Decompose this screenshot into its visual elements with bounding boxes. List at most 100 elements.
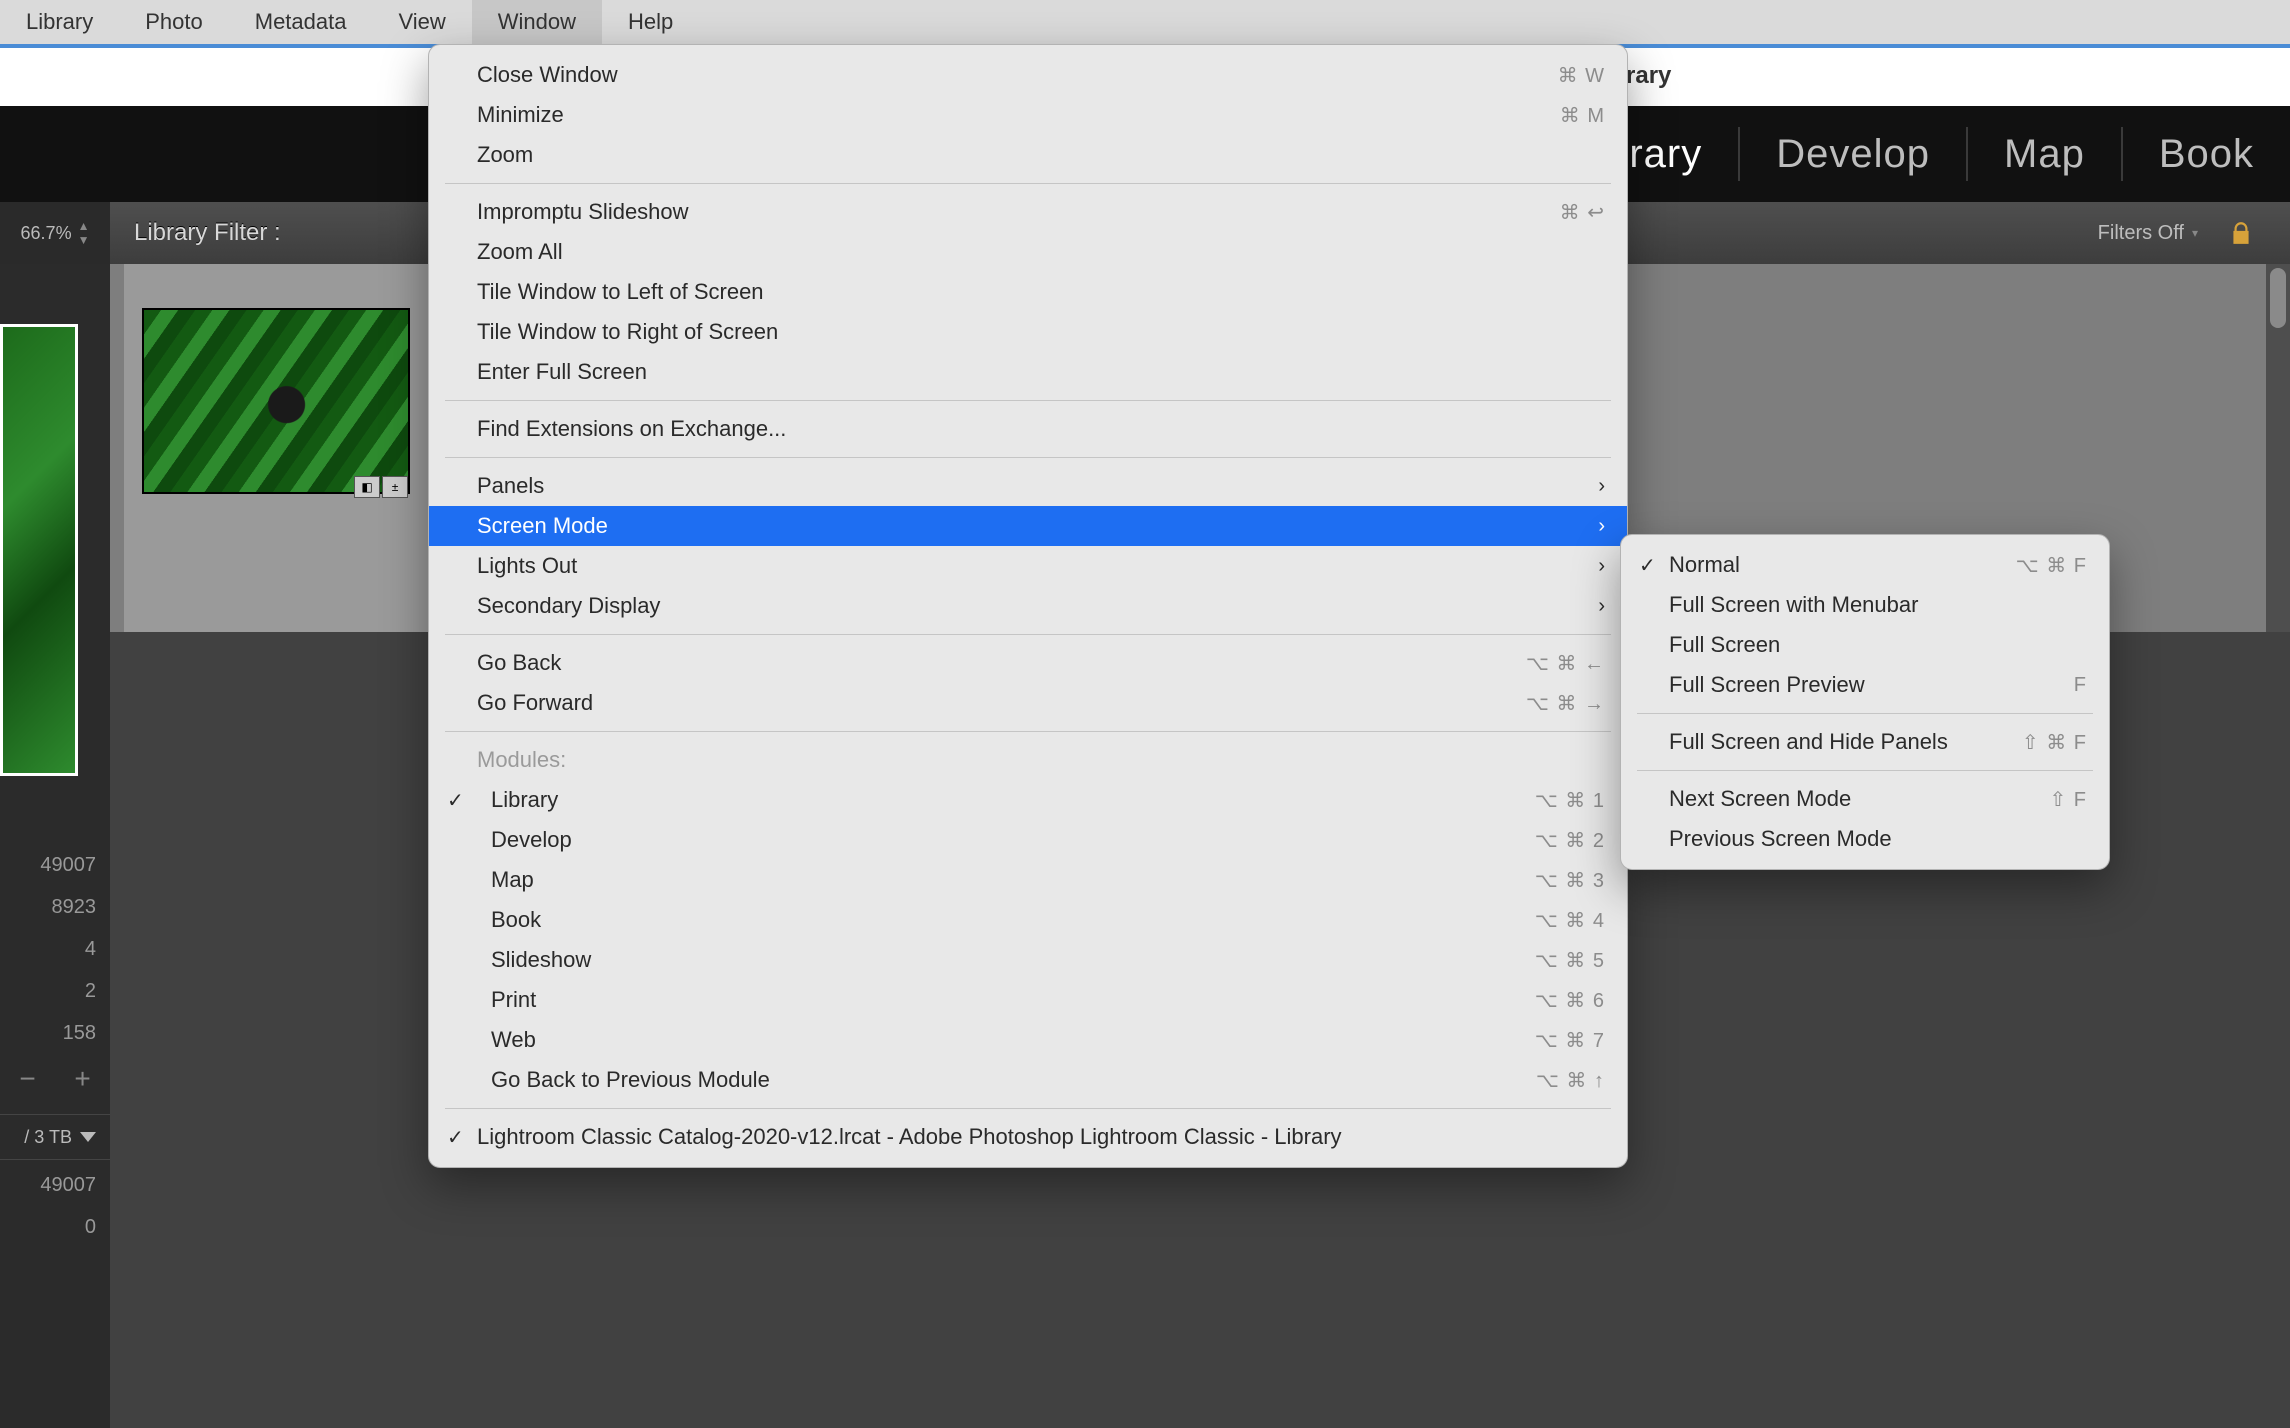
menu-item-label: Go Back to Previous Module xyxy=(491,1067,770,1093)
crop-badge-icon[interactable]: ◧ xyxy=(354,476,380,498)
menu-item-label: Tile Window to Right of Screen xyxy=(477,319,778,345)
menu-item[interactable]: Full Screen with Menubar xyxy=(1621,585,2109,625)
menu-item-label: Zoom All xyxy=(477,239,563,265)
menu-separator xyxy=(445,183,1611,184)
menu-shortcut: ⌥ ⌘ 6 xyxy=(1535,988,1605,1013)
menu-item[interactable]: Book⌥ ⌘ 4 xyxy=(429,900,1627,940)
menu-item-label: Screen Mode xyxy=(477,513,608,539)
menu-item-label: Panels xyxy=(477,473,544,499)
menu-item[interactable]: Secondary Display› xyxy=(429,586,1627,626)
photo-thumbnail[interactable] xyxy=(142,308,410,494)
menu-shortcut: ⌥ ⌘ ↑ xyxy=(1536,1068,1605,1093)
menu-item[interactable]: Full Screen and Hide Panels ⇧ ⌘ F xyxy=(1621,722,2109,762)
check-icon: ✓ xyxy=(447,1125,464,1150)
menu-item[interactable]: Web⌥ ⌘ 7 xyxy=(429,1020,1627,1060)
menu-item[interactable]: Find Extensions on Exchange... xyxy=(429,409,1627,449)
menu-view[interactable]: View xyxy=(372,0,471,44)
menu-item[interactable]: Develop⌥ ⌘ 2 xyxy=(429,820,1627,860)
menu-item[interactable]: Print ⌥ ⌘ 6 xyxy=(429,980,1627,1020)
menu-item[interactable]: Minimize⌘ M xyxy=(429,95,1627,135)
menu-item[interactable]: Go Back to Previous Module ⌥ ⌘ ↑ xyxy=(429,1060,1627,1100)
menu-library[interactable]: Library xyxy=(0,0,119,44)
menu-photo[interactable]: Photo xyxy=(119,0,229,44)
menu-item-label: Close Window xyxy=(477,62,618,88)
menu-shortcut: ⌥ ⌘ 7 xyxy=(1535,1028,1605,1053)
menu-item[interactable]: Go Forward ⌥ ⌘ → xyxy=(429,683,1627,723)
chevron-down-icon xyxy=(80,1132,96,1142)
menu-item-label: Slideshow xyxy=(491,947,591,973)
count-row: 0 xyxy=(0,1206,110,1248)
check-icon: ✓ xyxy=(1639,553,1656,578)
window-menu[interactable]: Close Window⌘ WMinimize⌘ MZoom Impromptu … xyxy=(428,44,1628,1168)
check-icon: ✓ xyxy=(447,788,464,813)
menu-item[interactable]: Enter Full Screen xyxy=(429,352,1627,392)
menu-item-label: Go Back xyxy=(477,650,561,676)
menu-shortcut: ⌥ ⌘ ← xyxy=(1526,651,1605,676)
menu-shortcut: ⌥ ⌘ F xyxy=(2016,553,2087,578)
menu-item[interactable]: Go Back ⌥ ⌘ ← xyxy=(429,643,1627,683)
menu-item[interactable]: Slideshow⌥ ⌘ 5 xyxy=(429,940,1627,980)
module-map[interactable]: Map xyxy=(1968,132,2121,177)
browser-tab-label: rary xyxy=(1626,62,1671,90)
menu-help[interactable]: Help xyxy=(602,0,699,44)
plus-button[interactable]: + xyxy=(74,1063,90,1095)
chevron-right-icon: › xyxy=(1598,515,1605,538)
menu-item[interactable]: Zoom All xyxy=(429,232,1627,272)
zoom-indicator[interactable]: 66.7% ▲▼ xyxy=(0,202,110,264)
menu-item[interactable]: Close Window⌘ W xyxy=(429,55,1627,95)
menu-item[interactable]: Screen Mode › xyxy=(429,506,1627,546)
menu-item[interactable]: Full Screen xyxy=(1621,625,2109,665)
menu-item-label: Lights Out xyxy=(477,553,577,579)
menu-item-label: Tile Window to Left of Screen xyxy=(477,279,764,305)
grid-cell[interactable]: ◧ ± xyxy=(124,264,428,632)
menu-item[interactable]: Tile Window to Left of Screen xyxy=(429,272,1627,312)
menu-metadata[interactable]: Metadata xyxy=(229,0,373,44)
lock-icon[interactable] xyxy=(2224,216,2258,250)
menu-item[interactable]: Panels › xyxy=(429,466,1627,506)
menu-item[interactable]: Previous Screen Mode xyxy=(1621,819,2109,859)
menu-item-label: Full Screen with Menubar xyxy=(1669,592,1918,618)
menu-item[interactable]: Zoom xyxy=(429,135,1627,175)
module-book[interactable]: Book xyxy=(2123,132,2290,177)
minus-button[interactable]: − xyxy=(19,1063,35,1095)
menu-item[interactable]: Full Screen PreviewF xyxy=(1621,665,2109,705)
menu-item[interactable]: Map ⌥ ⌘ 3 xyxy=(429,860,1627,900)
count-row: 49007 xyxy=(0,1164,110,1206)
menu-shortcut: ⇧ ⌘ F xyxy=(2022,730,2087,755)
menu-item[interactable]: ✓Normal⌥ ⌘ F xyxy=(1621,545,2109,585)
develop-badge-icon[interactable]: ± xyxy=(382,476,408,498)
menu-item[interactable]: Impromptu Slideshow⌘ ↩ xyxy=(429,192,1627,232)
menu-item[interactable]: Tile Window to Right of Screen xyxy=(429,312,1627,352)
menu-separator xyxy=(445,400,1611,401)
menu-item-label: Full Screen and Hide Panels xyxy=(1669,729,1948,755)
filters-off-toggle[interactable]: Filters Off ▾ xyxy=(2098,222,2198,245)
menu-item-label: Print xyxy=(491,987,536,1013)
menu-shortcut: ⌥ ⌘ 3 xyxy=(1535,868,1605,893)
menu-item-label: Go Forward xyxy=(477,690,593,716)
menu-window[interactable]: Window xyxy=(472,0,602,44)
volume-row[interactable]: / 3 TB xyxy=(0,1114,110,1160)
menu-separator xyxy=(445,457,1611,458)
chevron-down-icon: ▾ xyxy=(2192,226,2198,240)
scrollbar-thumb[interactable] xyxy=(2270,268,2286,328)
navigator-thumbnail[interactable] xyxy=(0,324,78,776)
menu-shortcut: ⌥ ⌘ → xyxy=(1526,691,1605,716)
catalog-counts: 49007 8923 4 2 158 xyxy=(0,844,110,1054)
menu-item[interactable]: Lights Out › xyxy=(429,546,1627,586)
menu-item-label: Map xyxy=(491,867,534,893)
count-row: 4 xyxy=(0,928,110,970)
menu-item-label: Find Extensions on Exchange... xyxy=(477,416,786,442)
menu-item[interactable]: ✓Library⌥ ⌘ 1 xyxy=(429,780,1627,820)
chevron-right-icon: › xyxy=(1598,475,1605,498)
screen-mode-submenu[interactable]: ✓Normal⌥ ⌘ F Full Screen with Menubar Full… xyxy=(1620,534,2110,870)
zoom-stepper-icon[interactable]: ▲▼ xyxy=(78,219,90,247)
module-develop[interactable]: Develop xyxy=(1740,132,1966,177)
count-row: 2 xyxy=(0,970,110,1012)
menu-item[interactable]: Next Screen Mode⇧ F xyxy=(1621,779,2109,819)
menu-shortcut: ⌘ M xyxy=(1560,103,1605,128)
scrollbar[interactable] xyxy=(2266,264,2290,632)
chevron-right-icon: › xyxy=(1598,555,1605,578)
zoom-value: 66.7% xyxy=(21,223,72,244)
menu-item[interactable]: ✓Lightroom Classic Catalog-2020-v12.lrca… xyxy=(429,1117,1627,1157)
system-menubar: Library Photo Metadata View Window Help xyxy=(0,0,2290,44)
